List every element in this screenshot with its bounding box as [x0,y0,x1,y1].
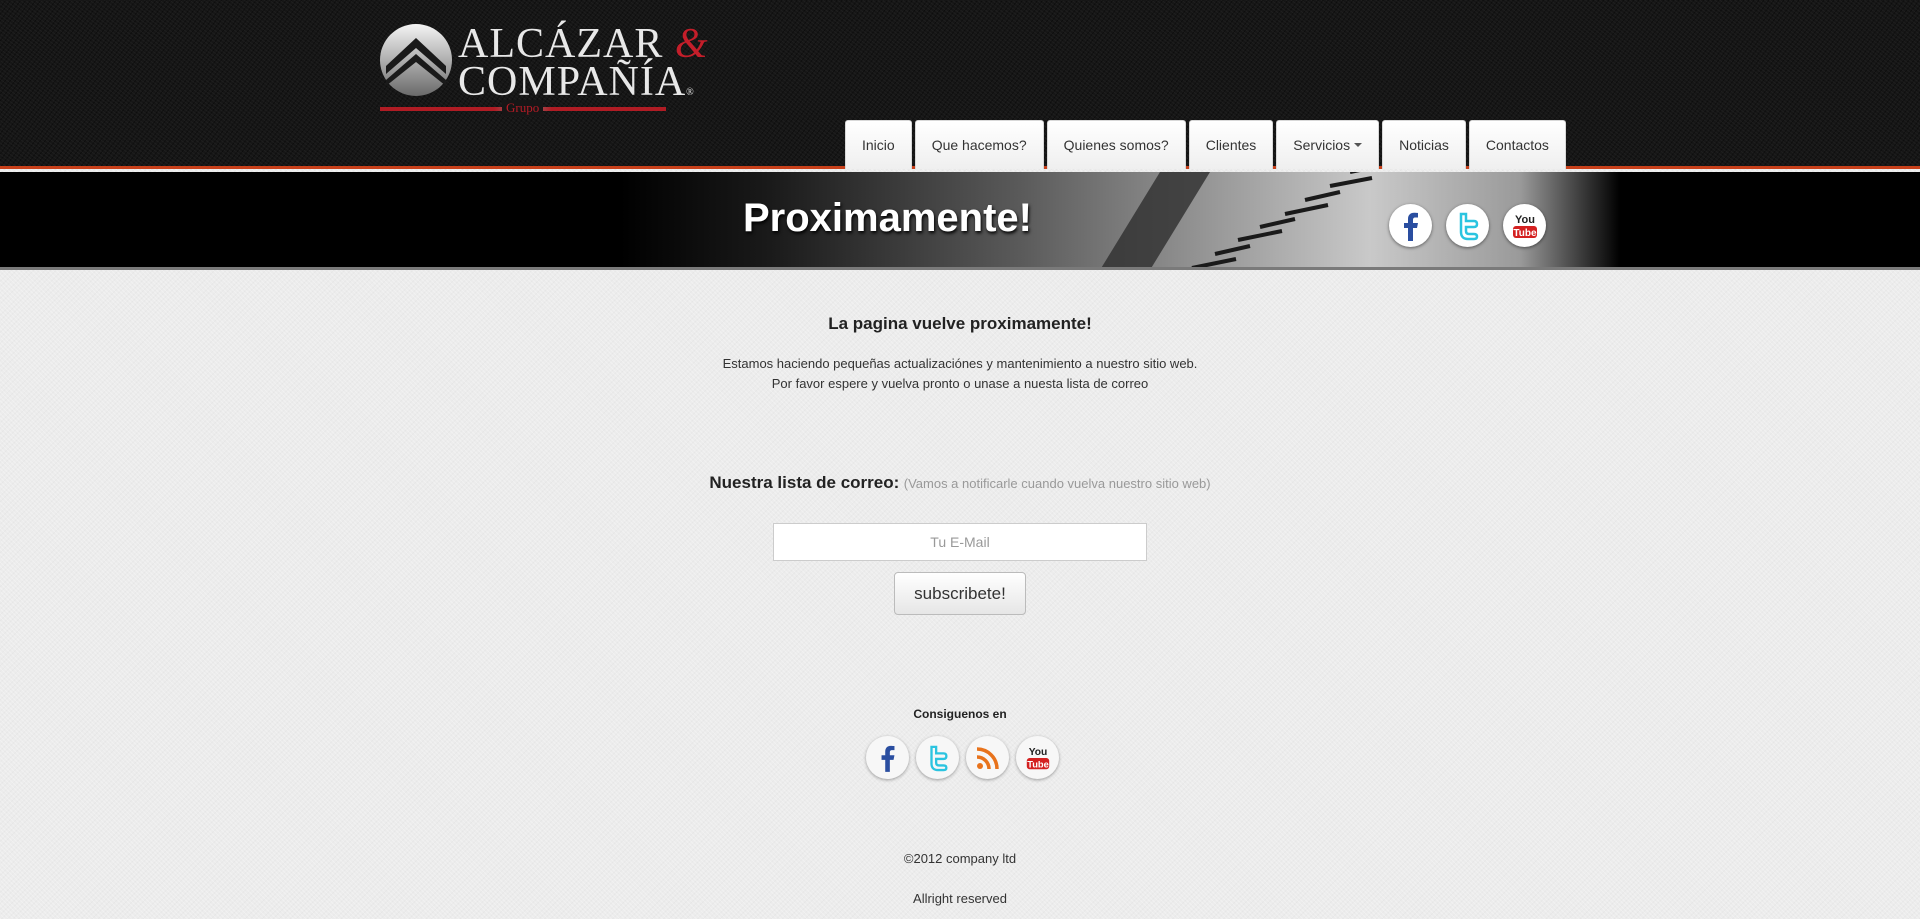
page-headline: La pagina vuelve proximamente! [828,314,1092,333]
mailing-list-hint: (Vamos a notificarle cuando vuelva nuest… [903,476,1211,491]
mailing-list-label: Nuestra lista de correo: [709,473,900,492]
nav-label: Contactos [1485,137,1549,153]
nav-item-clientes[interactable]: Clientes [1188,120,1274,169]
twitter-icon[interactable] [916,736,959,779]
nav-label: Quienes somos? [1063,137,1169,153]
mailing-list-heading: Nuestra lista de correo: (Vamos a notifi… [0,473,1920,493]
banner-social-links: You Tube [1389,204,1546,247]
email-field[interactable] [773,523,1147,561]
maintenance-message-line2: Por favor espere y vuelva pronto o unase… [771,376,1149,391]
svg-text:You: You [1515,214,1535,226]
logo-text-line2: COMPAÑÍA® [458,59,695,105]
follow-us-label: Consiguenos en [913,707,1007,721]
nav-label: Noticias [1399,137,1449,153]
nav-label: Que hacemos? [931,137,1027,153]
logo-grupo-label: Grupo [502,100,544,116]
maintenance-message: Estamos haciendo pequeñas actualizacióne… [722,356,1198,371]
hero-banner: Proximamente! [0,172,1920,270]
svg-text:Tube: Tube [1513,228,1537,239]
nav-item-inicio[interactable]: Inicio [845,120,912,169]
copyright-text: ©2012 company ltd [903,851,1017,866]
svg-text:Tube: Tube [1027,759,1049,769]
rights-text: Allright reserved [913,891,1007,906]
site-header: ALCÁZAR & COMPAÑÍA® Grupo Inicio Que hac… [0,0,1920,169]
logo-mark-icon [380,24,452,96]
nav-item-contactos[interactable]: Contactos [1468,120,1566,169]
nav-item-quienes-somos[interactable]: Quienes somos? [1046,120,1186,169]
youtube-icon[interactable]: You Tube [1503,204,1546,247]
nav-item-que-hacemos[interactable]: Que hacemos? [914,120,1044,169]
nav-label: Servicios [1293,137,1351,153]
facebook-icon[interactable] [866,736,909,779]
rss-icon[interactable] [966,736,1009,779]
facebook-icon[interactable] [1389,204,1432,247]
company-logo[interactable]: ALCÁZAR & COMPAÑÍA® Grupo [378,20,708,116]
nav-label: Clientes [1205,137,1257,153]
subscribe-button[interactable]: subscribete! [894,572,1026,615]
nav-item-noticias[interactable]: Noticias [1382,120,1466,169]
nav-item-servicios[interactable]: Servicios [1276,120,1380,169]
footer-social-links: You Tube [866,736,1059,779]
main-navigation: Inicio Que hacemos? Quienes somos? Clien… [845,120,1566,169]
twitter-icon[interactable] [1446,204,1489,247]
nav-label: Inicio [862,137,895,153]
caret-down-icon [1354,143,1363,147]
svg-text:You: You [1028,747,1047,758]
banner-title: Proximamente! [743,196,1032,240]
youtube-icon[interactable]: You Tube [1016,736,1059,779]
